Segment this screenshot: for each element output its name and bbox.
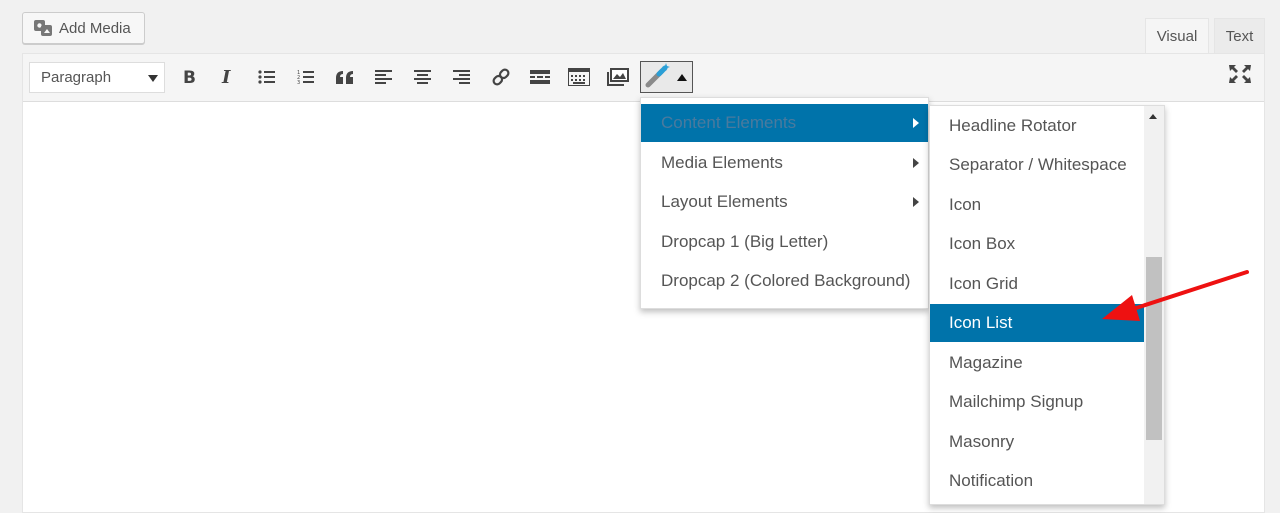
read-more-button[interactable] <box>525 62 555 92</box>
chevron-right-icon <box>913 197 919 207</box>
italic-button[interactable]: I <box>212 62 242 92</box>
shortcode-button[interactable] <box>640 61 693 93</box>
bulleted-list-icon <box>258 69 276 85</box>
submenu-item-separator[interactable]: Separator / Whitespace <box>930 146 1144 184</box>
menu-item-layout-elements[interactable]: Layout Elements <box>641 183 928 221</box>
tab-visual[interactable]: Visual <box>1145 18 1209 54</box>
bold-icon: B <box>181 68 197 86</box>
menu-item-content-elements[interactable]: Content Elements <box>641 104 928 142</box>
align-right-icon <box>453 69 471 85</box>
fullscreen-icon <box>1229 65 1251 83</box>
fullscreen-button[interactable] <box>1225 59 1255 89</box>
submenu-item-masonry[interactable]: Masonry <box>930 423 1144 461</box>
submenu-item-label: Notification <box>949 471 1034 490</box>
blockquote-icon <box>335 70 355 84</box>
submenu-item-label: Icon List <box>949 313 1013 332</box>
submenu-item-headline-rotator[interactable]: Headline Rotator <box>930 107 1144 145</box>
menu-item-dropcap-1[interactable]: Dropcap 1 (Big Letter) <box>641 223 928 261</box>
toolbar-toggle-icon <box>568 68 590 86</box>
menu-item-label: Layout Elements <box>661 192 788 211</box>
scroll-up-icon[interactable] <box>1149 114 1157 119</box>
media-icon <box>33 18 53 38</box>
submenu-item-icon-box[interactable]: Icon Box <box>930 225 1144 263</box>
chevron-right-icon <box>913 158 919 168</box>
menu-item-label: Media Elements <box>661 153 783 172</box>
svg-text:3: 3 <box>297 80 300 86</box>
menu-item-label: Dropcap 2 (Colored Background) <box>661 271 911 290</box>
annotation-arrow-icon <box>1102 270 1249 321</box>
add-media-label: Add Media <box>59 19 131 37</box>
submenu-item-icon[interactable]: Icon <box>930 186 1144 224</box>
menu-item-dropcap-2[interactable]: Dropcap 2 (Colored Background) <box>641 262 928 300</box>
align-left-button[interactable] <box>369 62 399 92</box>
caret-up-icon <box>677 73 687 81</box>
insert-link-icon <box>491 67 511 87</box>
submenu-item-label: Magazine <box>949 353 1023 372</box>
gallery-icon <box>607 68 629 86</box>
align-center-button[interactable] <box>408 62 438 92</box>
submenu-item-label: Separator / Whitespace <box>949 155 1127 174</box>
align-left-icon <box>375 69 393 85</box>
submenu-item-label: Mailchimp Signup <box>949 392 1084 411</box>
submenu-item-mailchimp-signup[interactable]: Mailchimp Signup <box>930 383 1144 421</box>
bold-button[interactable]: B <box>174 62 204 92</box>
italic-icon: I <box>219 68 235 86</box>
chevron-right-icon <box>913 118 919 128</box>
gallery-button[interactable] <box>603 62 633 92</box>
numbered-list-icon: 1 2 3 <box>297 69 315 86</box>
submenu-item-magazine[interactable]: Magazine <box>930 344 1144 382</box>
submenu-item-label: Icon Box <box>949 234 1016 253</box>
align-center-icon <box>414 69 432 85</box>
format-select-value: Paragraph <box>41 69 112 86</box>
shortcode-menu: Content Elements Media Elements Layout E… <box>640 97 929 309</box>
toolbar-toggle-button[interactable] <box>564 62 594 92</box>
shortcode-wand-icon <box>644 62 672 93</box>
read-more-icon <box>530 69 550 85</box>
submenu-item-label: Icon <box>949 195 982 214</box>
bulleted-list-button[interactable] <box>252 62 282 92</box>
add-media-button[interactable]: Add Media <box>22 12 145 44</box>
chevron-down-icon <box>148 75 158 82</box>
tab-text[interactable]: Text <box>1214 18 1265 54</box>
submenu-item-label: Masonry <box>949 432 1015 451</box>
menu-item-label: Dropcap 1 (Big Letter) <box>661 232 829 251</box>
align-right-button[interactable] <box>447 62 477 92</box>
submenu-item-notification[interactable]: Notification <box>930 462 1144 500</box>
submenu-item-label: Icon Grid <box>949 274 1018 293</box>
menu-item-media-elements[interactable]: Media Elements <box>641 144 928 182</box>
menu-item-label: Content Elements <box>661 113 797 132</box>
svg-text:B: B <box>183 68 196 86</box>
insert-link-button[interactable] <box>486 62 516 92</box>
format-select[interactable]: Paragraph <box>29 62 165 93</box>
svg-text:I: I <box>221 68 231 86</box>
numbered-list-button[interactable]: 1 2 3 <box>291 62 321 92</box>
submenu-item-label: Headline Rotator <box>949 116 1077 135</box>
blockquote-button[interactable] <box>330 62 360 92</box>
